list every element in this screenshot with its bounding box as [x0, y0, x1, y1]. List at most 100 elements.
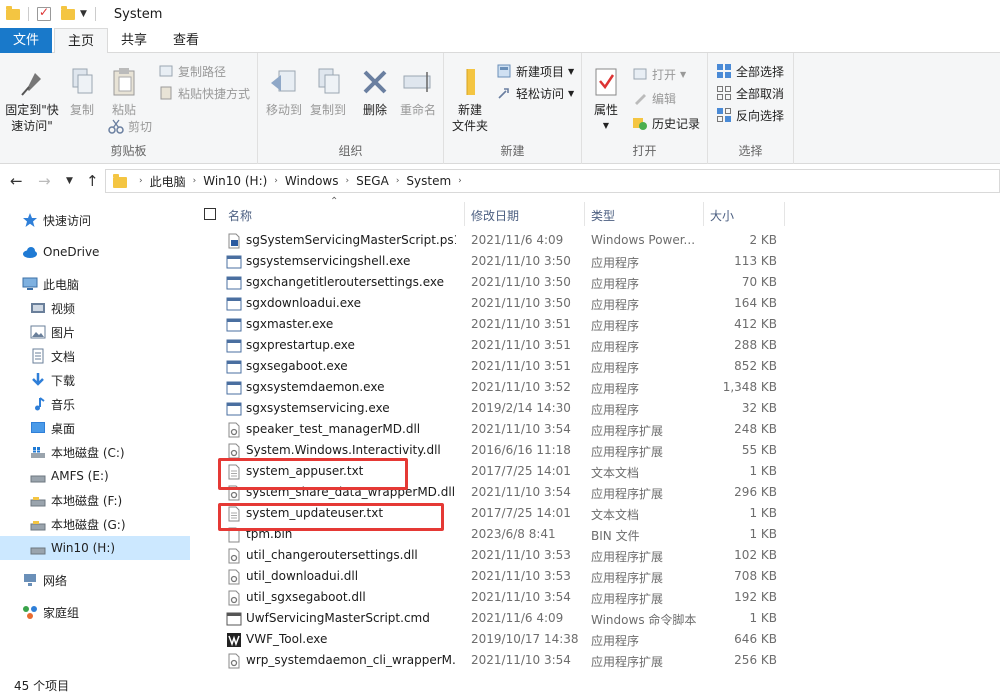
table-row[interactable]: VWF_Tool.exe 2019/10/17 14:38 应用程序 646 KB [190, 629, 1000, 650]
nav-pictures[interactable]: 图片 [0, 320, 190, 344]
copy-path-button[interactable]: 复制路径 [158, 61, 226, 81]
breadcrumb-system[interactable]: System [406, 174, 451, 188]
nav-drive-f[interactable]: 本地磁盘 (F:) [0, 488, 190, 512]
nav-label: OneDrive [43, 245, 100, 259]
recent-locations-icon[interactable]: ▼ [66, 176, 73, 186]
nav-drive-e[interactable]: AMFS (E:) [0, 464, 190, 488]
tab-view[interactable]: 查看 [160, 28, 212, 53]
nav-downloads[interactable]: 下载 [0, 368, 190, 392]
customize-quick-access-icon[interactable]: ▼ [80, 9, 87, 19]
table-row[interactable]: sgxprestartup.exe 2021/11/10 3:51 应用程序 288 … [190, 335, 1000, 356]
chevron-right-icon[interactable]: › [458, 176, 462, 186]
easy-access-button[interactable]: 轻松访问 ▼ [496, 83, 574, 103]
new-folder-quick-icon[interactable] [61, 5, 75, 20]
new-item-button[interactable]: 新建项目 ▼ [496, 61, 574, 81]
nav-network[interactable]: 网络 [0, 568, 190, 592]
table-row[interactable]: sgSystemServicingMasterScript.ps1 2021/11… [190, 230, 1000, 251]
select-all-button[interactable]: 全部选择 [716, 61, 784, 81]
dropdown-icon: ▼ [680, 69, 687, 79]
cut-button[interactable]: 剪切 [108, 116, 152, 136]
nav-documents[interactable]: 文档 [0, 344, 190, 368]
chevron-right-icon[interactable]: › [396, 176, 400, 186]
column-divider[interactable] [584, 202, 585, 226]
column-divider[interactable] [784, 202, 785, 226]
column-type[interactable]: 类型 [591, 207, 615, 224]
properties-button[interactable]: 属性 ▼ [586, 65, 626, 134]
table-row[interactable]: wrp_systemdaemon_cli_wrapperM... 2021/11/… [190, 650, 1000, 671]
chevron-right-icon[interactable]: › [345, 176, 349, 186]
table-row[interactable]: util_sgxsegaboot.dll 2021/11/10 3:54 应用程序扩… [190, 587, 1000, 608]
delete-button[interactable]: 删除 [356, 65, 394, 118]
nav-this-pc[interactable]: 此电脑 [0, 272, 190, 296]
breadcrumb-drive-h[interactable]: Win10 (H:) [203, 174, 267, 188]
sort-up-icon: ⌃ [330, 196, 339, 207]
copy-button[interactable]: 复制 [62, 65, 102, 118]
table-row[interactable]: speaker_test_managerMD.dll 2021/11/10 3:5… [190, 419, 1000, 440]
select-none-button[interactable]: 全部取消 [716, 83, 784, 103]
column-date[interactable]: 修改日期 [471, 207, 519, 224]
file-size: 113 KB [734, 254, 777, 268]
table-row[interactable]: UwfServicingMasterScript.cmd 2021/11/6 4:… [190, 608, 1000, 629]
breadcrumb-this-pc[interactable]: 此电脑 [150, 173, 186, 190]
breadcrumb-sega[interactable]: SEGA [356, 174, 389, 188]
pin-quick-access-button[interactable]: 固定到"快 速访问" [2, 65, 62, 134]
file-date: 2021/11/10 3:54 [471, 653, 571, 667]
up-arrow-icon[interactable]: ↑ [86, 172, 99, 190]
nav-music[interactable]: 音乐 [0, 392, 190, 416]
paste-shortcut-button[interactable]: 粘贴快捷方式 [158, 83, 250, 103]
select-none-icon [716, 85, 732, 101]
back-arrow-icon[interactable]: ← [10, 172, 23, 190]
chevron-right-icon[interactable]: › [274, 176, 278, 186]
chevron-right-icon[interactable]: › [193, 176, 197, 186]
forward-arrow-icon[interactable]: → [38, 172, 51, 190]
invert-selection-button[interactable]: 反向选择 [716, 105, 784, 125]
tab-home[interactable]: 主页 [54, 28, 109, 54]
nav-desktop[interactable]: 桌面 [0, 416, 190, 440]
select-all-checkbox[interactable] [204, 208, 216, 220]
open-button[interactable]: 打开 ▼ [632, 64, 686, 84]
table-row[interactable]: sgxsystemservicing.exe 2019/2/14 14:30 应用程… [190, 398, 1000, 419]
new-folder-button[interactable]: 新建 文件夹 [448, 65, 492, 134]
table-row[interactable]: sgxchangetitleroutersettings.exe 2021/11/… [190, 272, 1000, 293]
select-group: 全部选择 全部取消 反向选择 选择 [708, 53, 794, 164]
nav-onedrive[interactable]: OneDrive [0, 240, 190, 264]
nav-videos[interactable]: 视频 [0, 296, 190, 320]
column-divider[interactable] [464, 202, 465, 226]
file-type: 应用程序扩展 [591, 655, 664, 669]
nav-drive-c[interactable]: 本地磁盘 (C:) [0, 440, 190, 464]
paste-button[interactable]: 粘贴 [102, 65, 146, 118]
table-row[interactable]: util_changeroutersettings.dll 2021/11/10 … [190, 545, 1000, 566]
table-row[interactable]: util_downloadui.dll 2021/11/10 3:53 应用程序扩展… [190, 566, 1000, 587]
column-name[interactable]: 名称 [228, 207, 252, 224]
file-date: 2021/11/10 3:51 [471, 317, 571, 331]
cloud-icon [22, 244, 38, 260]
history-button[interactable]: 历史记录 [632, 113, 700, 133]
nav-drive-g[interactable]: 本地磁盘 (G:) [0, 512, 190, 536]
nav-drive-h[interactable]: Win10 (H:) [0, 536, 190, 560]
desktop-icon [30, 420, 46, 436]
file-name: sgSystemServicingMasterScript.ps1 [246, 233, 456, 247]
table-row[interactable]: sgsystemservicingshell.exe 2021/11/10 3:5… [190, 251, 1000, 272]
chevron-right-icon[interactable]: › [139, 176, 143, 186]
table-row[interactable]: sgxsystemdaemon.exe 2021/11/10 3:52 应用程序 1,… [190, 377, 1000, 398]
open-group: 属性 ▼ 打开 ▼ 编辑 历史记录 打开 [582, 53, 708, 164]
cut-label: 剪切 [128, 119, 153, 134]
breadcrumb-windows[interactable]: Windows [285, 174, 339, 188]
nav-quick-access[interactable]: 快速访问 [0, 208, 190, 232]
column-size[interactable]: 大小 [710, 207, 734, 224]
table-row[interactable]: sgxmaster.exe 2021/11/10 3:51 应用程序 412 KB [190, 314, 1000, 335]
table-row[interactable]: sgxsegaboot.exe 2021/11/10 3:51 应用程序 852 KB [190, 356, 1000, 377]
copy-to-button[interactable]: 复制到 [306, 65, 350, 118]
rename-button[interactable]: 重命名 [396, 65, 440, 118]
table-row[interactable]: sgxdownloadui.exe 2021/11/10 3:50 应用程序 164 … [190, 293, 1000, 314]
address-bar[interactable]: › 此电脑 › Win10 (H:) › Windows › SEGA › Sy… [105, 169, 1000, 193]
tab-share[interactable]: 共享 [108, 28, 160, 53]
tab-file[interactable]: 文件 [0, 28, 52, 53]
edit-button[interactable]: 编辑 [632, 88, 676, 108]
properties-quick-icon[interactable] [37, 5, 51, 21]
dll-file-icon [226, 590, 242, 606]
column-divider[interactable] [703, 202, 704, 226]
move-to-button[interactable]: 移动到 [262, 65, 306, 118]
nav-homegroup[interactable]: 家庭组 [0, 600, 190, 624]
nav-label: 本地磁盘 (C:) [51, 445, 125, 460]
